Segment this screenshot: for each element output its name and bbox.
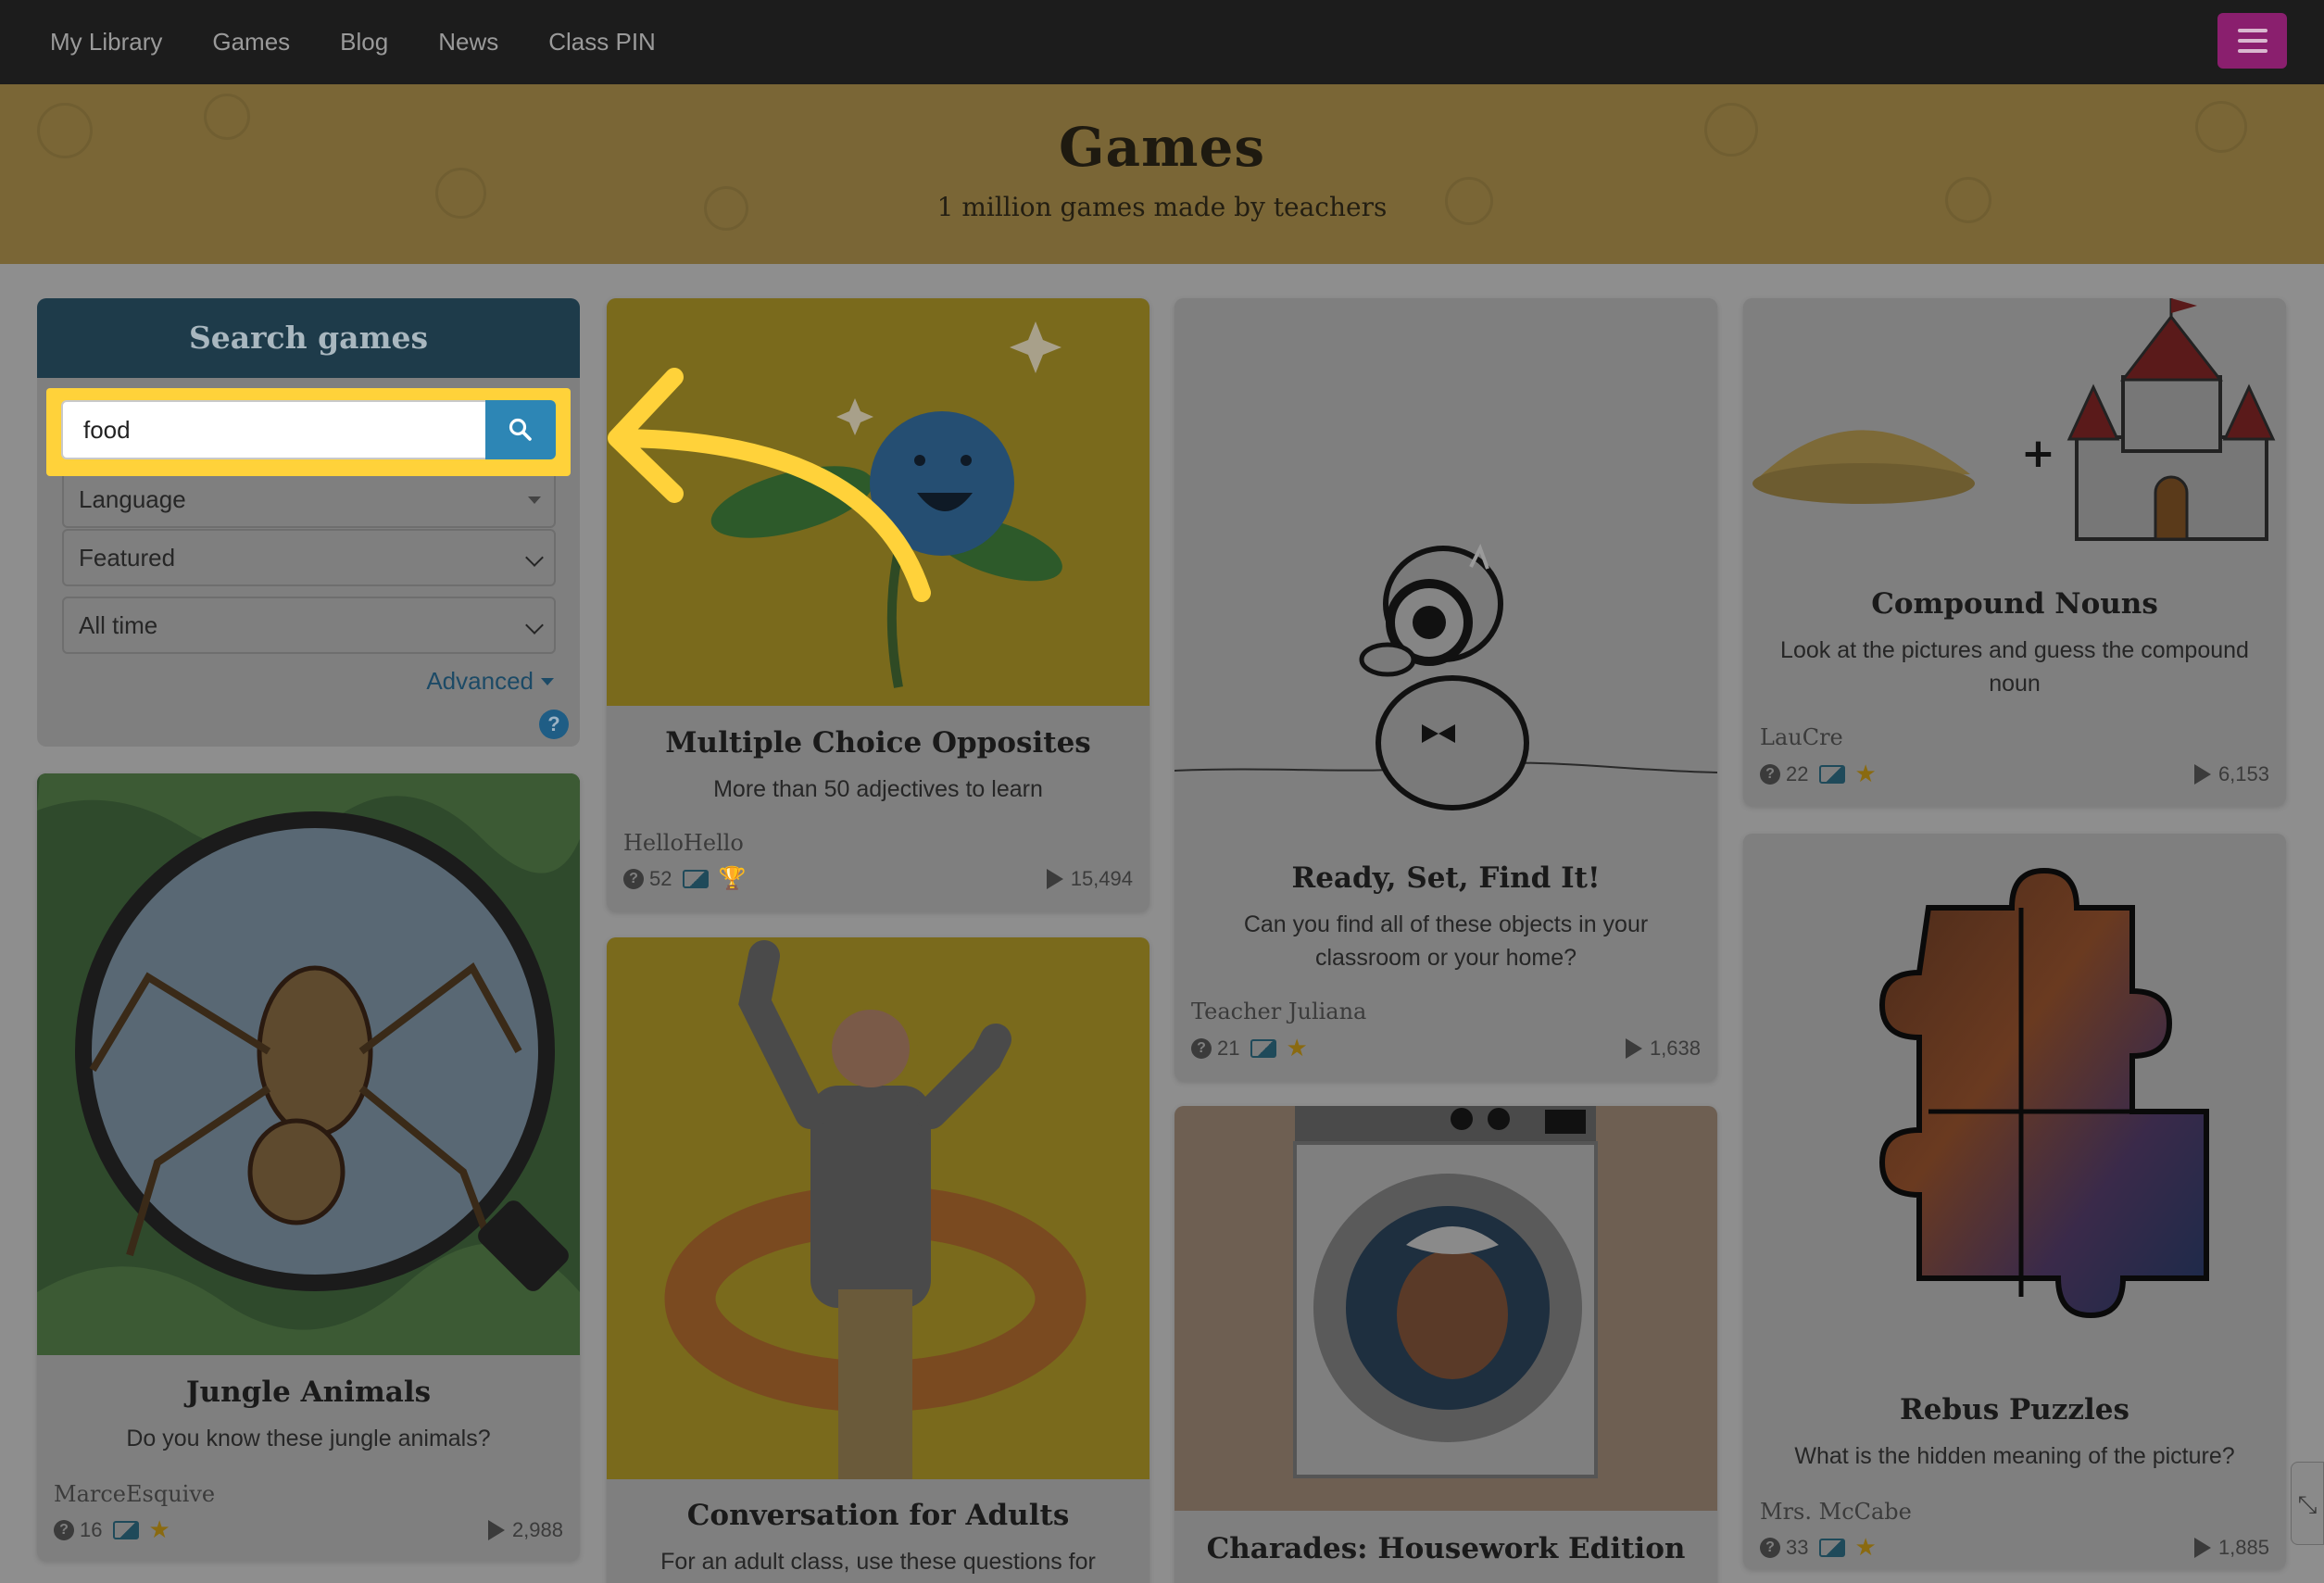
image-icon: [1819, 764, 1846, 784]
card-stats: ? 16 ★ 2,988: [54, 1515, 563, 1544]
card-stats: ? 52 🏆 15,494: [623, 865, 1133, 892]
question-count-icon: ?: [1760, 1537, 1780, 1558]
chevron-down-icon: [525, 548, 544, 567]
play-count: 1,638: [1649, 1036, 1701, 1060]
question-count: 16: [80, 1517, 103, 1541]
ant-under-magnifier: [37, 773, 580, 1355]
game-card[interactable]: Rebus Puzzles What is the hidden meaning…: [1743, 834, 2286, 1569]
magnifier-icon: [509, 418, 532, 441]
question-count: 22: [1786, 761, 1809, 785]
nav-my-library[interactable]: My Library: [50, 28, 162, 57]
time-select[interactable]: All time: [62, 597, 556, 654]
caret-down-icon: [541, 677, 554, 685]
card-stats: ? 22 ★ 6,153: [1760, 760, 2269, 788]
jigsaw-puzzle-pieces: [1743, 834, 2286, 1352]
game-card[interactable]: Conversation for Adults For an adult cla…: [607, 937, 1149, 1583]
arrow-annotation-icon: [608, 368, 931, 602]
card-title: Ready, Set, Find It!: [1291, 861, 1601, 895]
hamburger-menu-icon[interactable]: [2217, 13, 2287, 69]
card-description: Do you know these jungle animals?: [126, 1426, 491, 1451]
detective-magnifier-cartoon: [1175, 298, 1717, 891]
side-collapse-tab-icon[interactable]: ⤡: [2291, 1462, 2324, 1545]
washing-machine-cartoon: [1175, 1106, 1717, 1511]
play-icon: [2193, 763, 2211, 785]
play-icon: [2193, 1537, 2211, 1558]
question-count-icon: ?: [1191, 1037, 1212, 1059]
language-select-label: Language: [79, 485, 186, 513]
dancing-man-photo: [607, 937, 1149, 1479]
top-navbar: My Library Games Blog News Class PIN: [0, 0, 2324, 84]
play-icon: [487, 1519, 505, 1540]
image-icon: [683, 869, 710, 888]
card-description: More than 50 adjectives to learn: [713, 776, 1043, 802]
card-title: Conversation for Adults: [686, 1499, 1070, 1532]
search-button[interactable]: [485, 400, 556, 459]
play-count: 15,494: [1070, 866, 1133, 890]
search-input[interactable]: food: [61, 400, 487, 459]
card-author[interactable]: HelloHello: [623, 830, 744, 856]
card-author[interactable]: LauCre: [1760, 724, 1843, 750]
page-subtitle: 1 million games made by teachers: [936, 192, 1388, 222]
card-author[interactable]: MarceEsquive: [54, 1481, 215, 1507]
sort-select[interactable]: Featured: [62, 529, 556, 586]
card-title: Multiple Choice Opposites: [665, 726, 1091, 760]
star-icon: ★: [1854, 760, 1877, 787]
game-card[interactable]: Charades: Housework Edition: [1175, 1106, 1717, 1583]
play-icon: [1046, 868, 1063, 889]
card-title: Jungle Animals: [185, 1376, 432, 1409]
image-icon: [1250, 1038, 1277, 1058]
page-title: Games: [1058, 116, 1266, 179]
card-title: Compound Nouns: [1871, 587, 2158, 621]
play-count: 6,153: [2217, 761, 2269, 785]
nav-games[interactable]: Games: [212, 28, 290, 57]
card-description: What is the hidden meaning of the pictur…: [1794, 1443, 2235, 1469]
advanced-toggle[interactable]: Advanced: [426, 667, 554, 696]
caret-down-icon: [528, 496, 541, 504]
card-title: Charades: Housework Edition: [1206, 1532, 1686, 1565]
time-select-label: All time: [79, 611, 158, 639]
card-title: Rebus Puzzles: [1900, 1393, 2129, 1426]
search-panel: Search games food Language Featured All …: [37, 298, 580, 747]
chevron-down-icon: [525, 616, 544, 634]
advanced-label: Advanced: [426, 667, 534, 695]
nav-blog[interactable]: Blog: [340, 28, 388, 57]
star-icon: ★: [1854, 1533, 1877, 1561]
hero-banner: Games 1 million games made by teachers: [0, 84, 2324, 264]
question-count: 21: [1217, 1036, 1240, 1060]
question-count: 33: [1786, 1535, 1809, 1559]
language-select[interactable]: Language: [62, 471, 556, 528]
card-stats: ? 33 ★ 1,885: [1760, 1533, 2269, 1562]
card-description: Look at the pictures and guess the compo…: [1780, 637, 2249, 697]
nav-news[interactable]: News: [438, 28, 498, 57]
search-heading: Search games: [37, 298, 580, 378]
image-icon: [113, 1520, 140, 1539]
play-icon: [1625, 1037, 1642, 1059]
card-author[interactable]: Mrs. McCabe: [1760, 1499, 1912, 1525]
card-description: Can you find all of these objects in you…: [1243, 911, 1649, 971]
sand-plus-castle: +: [1743, 298, 2286, 576]
trophy-icon: 🏆: [718, 866, 747, 891]
game-card[interactable]: Ready, Set, Find It! Can you find all of…: [1175, 298, 1717, 1081]
game-card[interactable]: Jungle Animals Do you know these jungle …: [37, 773, 580, 1561]
game-card[interactable]: + Compound Nouns Look at the pictures an…: [1743, 298, 2286, 806]
question-count-icon: ?: [623, 868, 644, 889]
star-icon: ★: [148, 1515, 170, 1543]
nav-class-pin[interactable]: Class PIN: [548, 28, 656, 57]
card-author[interactable]: Teacher Juliana: [1191, 999, 1366, 1024]
star-icon: ★: [1286, 1034, 1308, 1062]
sort-select-label: Featured: [79, 544, 176, 572]
question-count-icon: ?: [54, 1519, 74, 1540]
play-count: 1,885: [2217, 1535, 2269, 1559]
card-description: For an adult class, use these questions …: [660, 1549, 1096, 1575]
question-circle-icon[interactable]: ?: [539, 710, 569, 739]
question-count: 52: [649, 866, 672, 890]
question-count-icon: ?: [1760, 763, 1780, 785]
play-count: 2,988: [511, 1517, 563, 1541]
image-icon: [1819, 1538, 1846, 1557]
svg-text:+: +: [2021, 430, 2055, 477]
card-stats: ? 21 ★ 1,638: [1191, 1034, 1701, 1062]
